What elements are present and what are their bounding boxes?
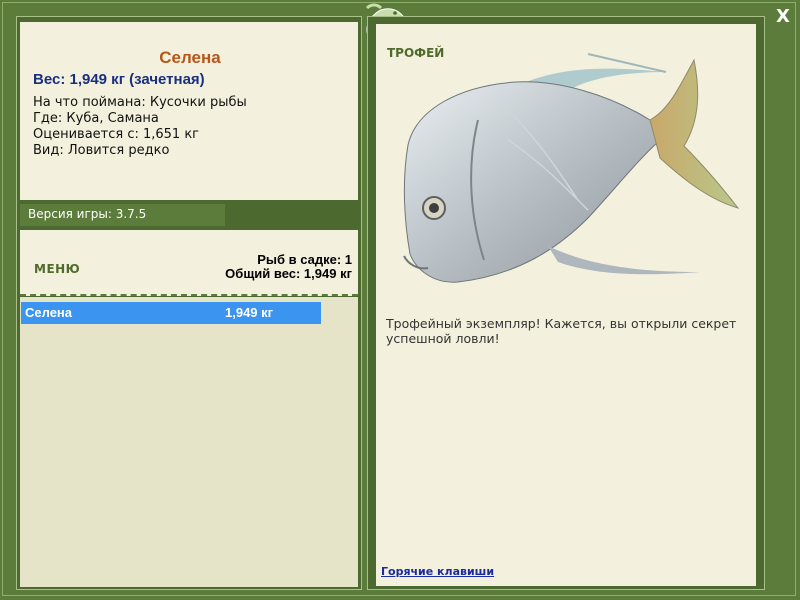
fish-weight: Вес: 1,949 кг (зачетная) (33, 71, 205, 88)
valued-from-info: Оценивается с: 1,651 кг (33, 127, 200, 142)
lookdown-fish-icon (403, 53, 740, 283)
keepnet-count: Рыб в садке: 1 (257, 252, 352, 267)
list-item[interactable]: Селена 1,949 кг (21, 302, 321, 324)
location-info: Где: Куба, Самана (33, 111, 159, 126)
keepnet-list (20, 297, 358, 587)
menu-button[interactable]: МЕНЮ (34, 262, 80, 276)
list-item-weight: 1,949 кг (225, 305, 274, 320)
hotkeys-link[interactable]: Горячие клавиши (381, 565, 494, 578)
rarity-info: Вид: Ловится редко (33, 143, 170, 158)
list-item-name: Селена (25, 305, 73, 320)
close-button[interactable]: X (772, 6, 794, 28)
bait-info: На что поймана: Кусочки рыбы (33, 95, 247, 110)
fish-name: Селена (159, 48, 221, 67)
trophy-message: Трофейный экземпляр! Кажется, вы открыли… (386, 316, 737, 346)
game-version: Версия игры: 3.7.5 (28, 207, 147, 221)
keepnet-total-weight: Общий вес: 1,949 кг (225, 266, 352, 281)
divider (20, 294, 358, 296)
